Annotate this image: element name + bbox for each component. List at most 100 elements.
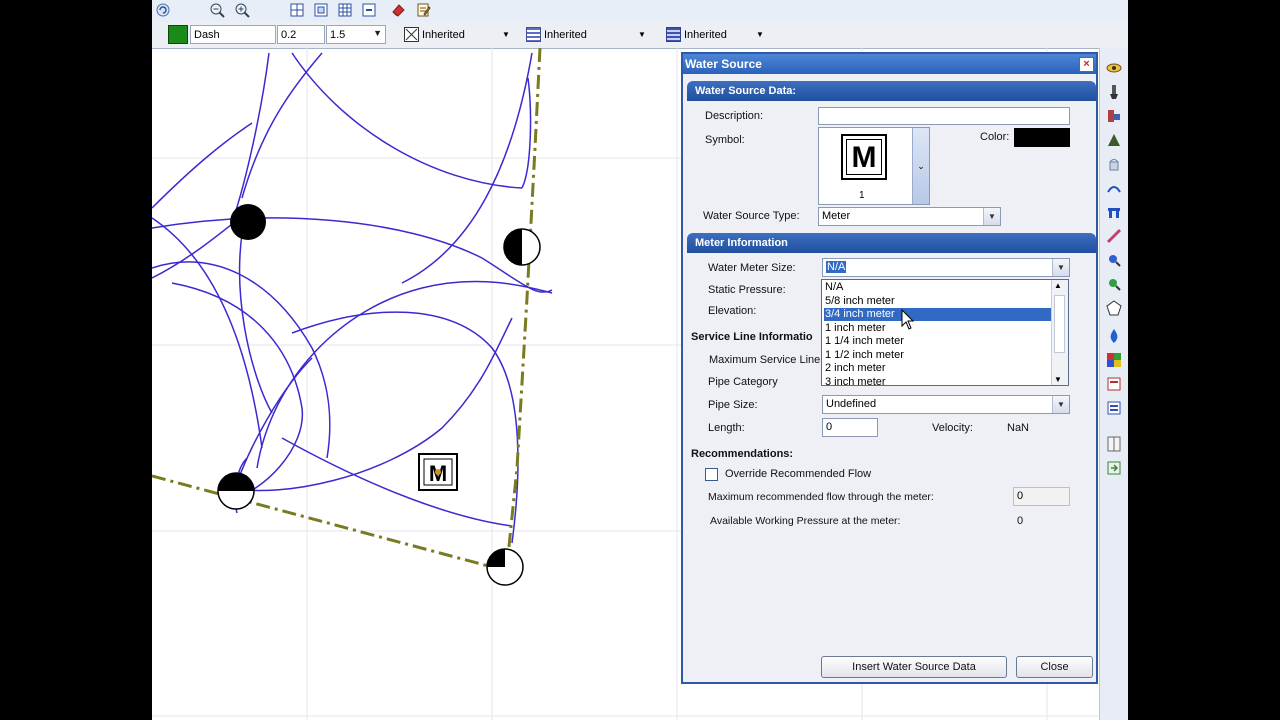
chevron-down-icon: ▼ xyxy=(373,28,382,38)
valve-icon[interactable] xyxy=(1106,108,1122,124)
pipe-size-label: Pipe Size: xyxy=(708,399,758,411)
chevron-down-icon: ▼ xyxy=(1052,259,1069,276)
plant-icon[interactable] xyxy=(1106,132,1122,148)
eraser-icon[interactable] xyxy=(390,2,406,18)
dropdown-option[interactable]: 3 inch meter xyxy=(824,376,1053,386)
dropdown-option[interactable]: 5/8 inch meter xyxy=(824,295,1053,308)
dropdown-option[interactable]: 1 inch meter xyxy=(824,322,1053,335)
arc-line xyxy=(241,52,323,199)
meter-size-select[interactable]: N/A ▼ xyxy=(822,258,1070,277)
water-meter-symbol[interactable]: M xyxy=(418,453,458,491)
polygon-icon[interactable] xyxy=(1106,300,1122,316)
max-flow-label: Maximum recommended flow through the met… xyxy=(708,491,934,503)
meter-size-label: Water Meter Size: xyxy=(708,262,796,274)
available-pressure-value: 0 xyxy=(1017,515,1024,527)
arc-line xyxy=(152,122,253,209)
refresh-icon[interactable] xyxy=(155,2,171,18)
zoom-in-icon[interactable] xyxy=(234,2,250,18)
line-style-value: Dash xyxy=(194,28,220,41)
symbol-color-swatch[interactable] xyxy=(1014,128,1070,147)
dropdown-scrollbar[interactable]: ▲ ▼ xyxy=(1051,280,1068,385)
length-input[interactable]: 0 xyxy=(822,418,878,437)
bucket-icon[interactable] xyxy=(1106,156,1122,172)
grid-icon[interactable] xyxy=(337,2,353,18)
pipe-size-select[interactable]: Undefined ▼ xyxy=(822,395,1070,414)
override-label: Override Recommended Flow xyxy=(725,468,872,480)
sprinkler-head xyxy=(486,548,524,586)
dialog-title: Water Source xyxy=(683,54,1096,74)
description-input[interactable] xyxy=(818,107,1070,125)
static-pressure-label: Static Pressure: xyxy=(708,284,786,296)
collapse-icon[interactable] xyxy=(361,2,377,18)
line-width-value: 0.2 xyxy=(281,28,297,41)
pipe-fitting-icon[interactable] xyxy=(1106,204,1122,220)
zoom-extents-icon[interactable] xyxy=(289,2,305,18)
sprinkler-head xyxy=(217,472,255,510)
water-source-type-select[interactable]: Meter ▼ xyxy=(818,207,1001,226)
report-icon[interactable] xyxy=(1106,376,1122,392)
dropdown-option[interactable]: 2 inch meter xyxy=(824,362,1053,375)
max-flow-input[interactable]: 0 xyxy=(1013,487,1070,506)
panel-icon[interactable] xyxy=(1106,436,1122,452)
meter-information-header: Meter Information xyxy=(687,233,1096,253)
zoom-out-icon[interactable] xyxy=(209,2,225,18)
palette-icon[interactable] xyxy=(1106,352,1122,368)
box-x-icon xyxy=(404,27,419,42)
available-pressure-label: Available Working Pressure at the meter: xyxy=(710,515,901,527)
eye-icon[interactable] xyxy=(1106,60,1122,76)
chevron-up-icon[interactable]: ▲ xyxy=(1054,281,1062,290)
scale-select[interactable]: 1.5 ▼ xyxy=(326,25,386,44)
table-icon[interactable] xyxy=(1106,400,1122,416)
boundary-line xyxy=(505,48,542,567)
sprinkler-head xyxy=(503,228,541,266)
chevron-down-icon[interactable]: ⌄ xyxy=(912,128,929,204)
insert-water-source-button[interactable]: Insert Water Source Data xyxy=(821,656,1007,678)
right-toolstrip xyxy=(1099,48,1128,720)
brush-icon[interactable] xyxy=(1106,84,1122,100)
style1-value: Inherited xyxy=(422,28,465,41)
line-style-select[interactable]: Dash xyxy=(190,25,276,44)
dropdown-option[interactable]: 3/4 inch meter xyxy=(824,308,1053,321)
line-color-swatch[interactable] xyxy=(168,25,188,44)
dropdown-option[interactable]: 1 1/2 inch meter xyxy=(824,349,1053,362)
pipe-icon[interactable] xyxy=(1106,228,1122,244)
close-icon[interactable]: × xyxy=(1079,57,1094,72)
service-line-header: Service Line Informatio xyxy=(691,331,813,343)
zoom-window-icon[interactable] xyxy=(313,2,329,18)
search-node-icon[interactable] xyxy=(1106,252,1122,268)
edit-notes-icon[interactable] xyxy=(415,2,431,18)
arc-tool-icon[interactable] xyxy=(1106,180,1122,196)
water-drop-icon[interactable] xyxy=(1106,328,1122,344)
style-select-3[interactable]: Inherited ▼ xyxy=(666,25,766,44)
length-label: Length: xyxy=(708,422,745,434)
scale-value: 1.5 xyxy=(330,28,346,41)
symbol-glyph: M xyxy=(846,139,882,175)
mouse-cursor-icon xyxy=(901,309,915,330)
arc-line xyxy=(231,52,270,224)
chevron-down-icon[interactable]: ▼ xyxy=(1054,375,1062,384)
close-button[interactable]: Close xyxy=(1016,656,1093,678)
style3-value: Inherited xyxy=(684,28,727,41)
water-source-type-label: Water Source Type: xyxy=(703,210,800,222)
line-width-field[interactable]: 0.2 xyxy=(277,25,325,44)
meter-size-value: N/A xyxy=(826,261,847,273)
pipe-size-value: Undefined xyxy=(826,398,877,410)
elevation-label: Elevation: xyxy=(708,305,757,317)
symbol-label: Symbol: xyxy=(705,134,745,146)
property-boundary xyxy=(152,48,542,573)
zoom-node-icon[interactable] xyxy=(1106,276,1122,292)
dropdown-option[interactable]: N/A xyxy=(824,281,1053,294)
color-label: Color: xyxy=(980,131,1010,143)
scrollbar-thumb[interactable] xyxy=(1054,295,1065,353)
arc-line xyxy=(291,311,519,544)
style-select-2[interactable]: Inherited ▼ xyxy=(526,25,650,44)
style-select-1[interactable]: Inherited ▼ xyxy=(404,25,514,44)
velocity-label: Velocity: xyxy=(932,422,973,434)
pipe-category-label: Pipe Category xyxy=(708,376,778,388)
format-toolbar: Dash 0.2 1.5 ▼ Inherited ▼ Inherited ▼ I… xyxy=(152,22,1128,49)
dropdown-option[interactable]: 1 1/4 inch meter xyxy=(824,335,1053,348)
symbol-picker[interactable]: M 1 ⌄ xyxy=(818,127,930,205)
override-checkbox[interactable] xyxy=(705,468,718,481)
meter-size-dropdown-list[interactable]: N/A 5/8 inch meter 3/4 inch meter 1 inch me… xyxy=(821,279,1069,386)
export-icon[interactable] xyxy=(1106,460,1122,476)
